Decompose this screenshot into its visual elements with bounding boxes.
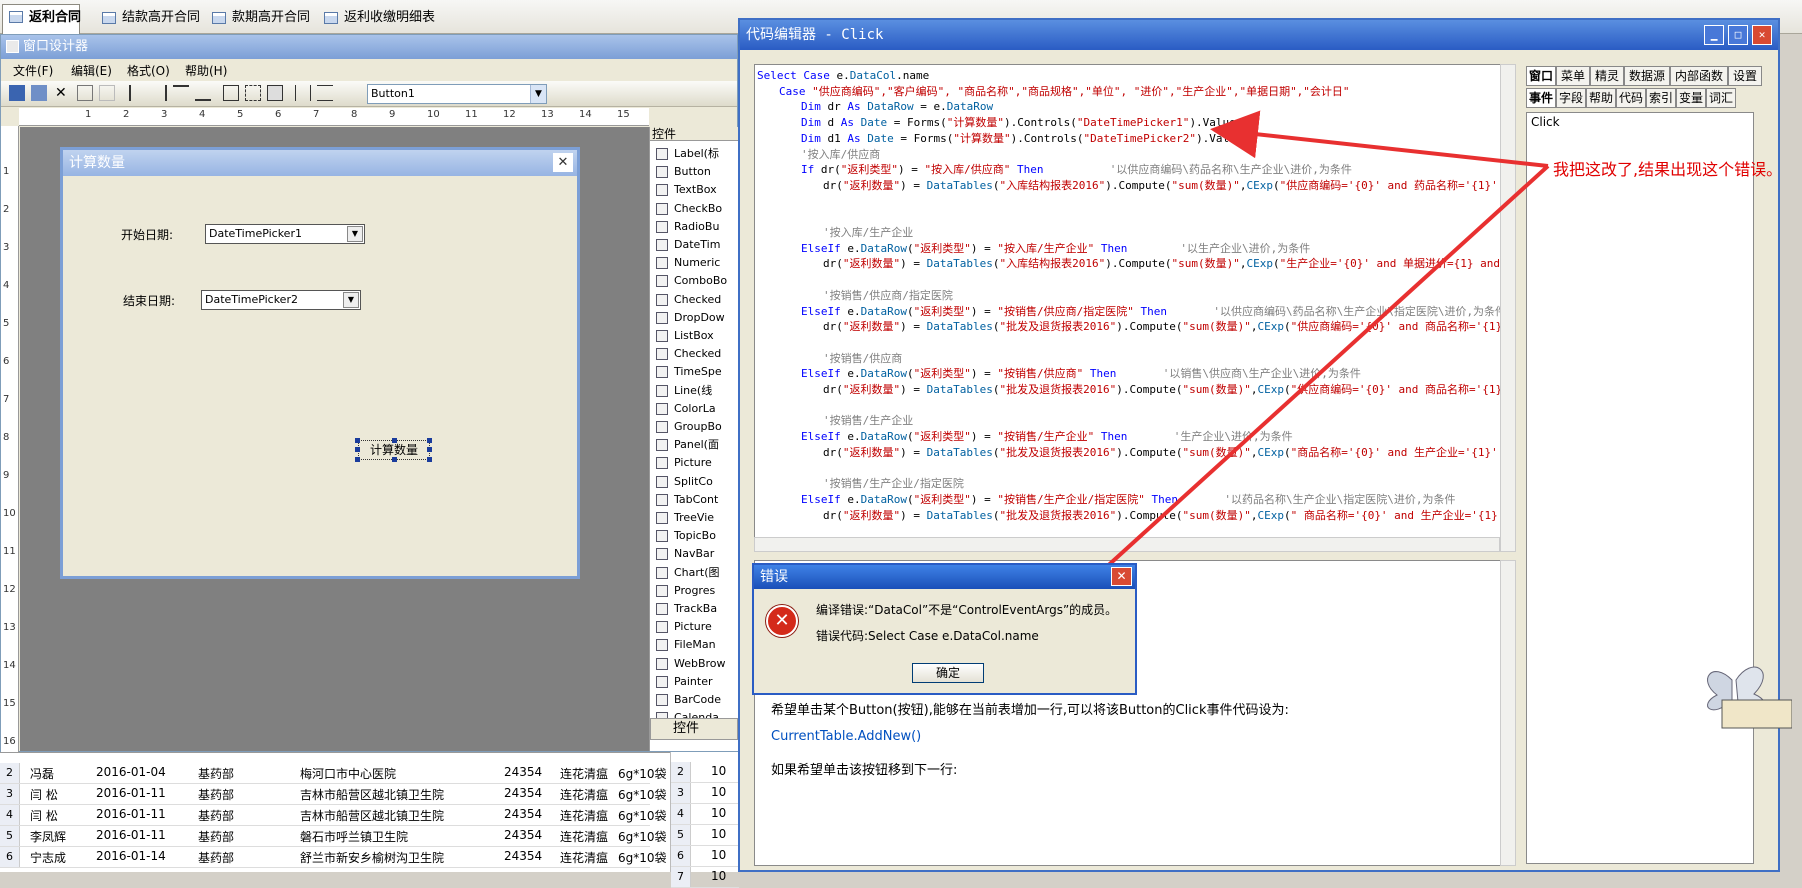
error-dialog: 错误 ✕ ✕ 编译错误:“DataCol”不是“ControlEventArgs… — [752, 563, 1137, 695]
error-x-icon: ✕ — [766, 605, 798, 637]
error-code: 错误代码:Select Case e.DataCol.name — [816, 629, 1039, 643]
close-icon[interactable]: ✕ — [1111, 567, 1132, 586]
annotation-arrow — [1210, 110, 1549, 168]
butterfly-decoration-icon — [1707, 666, 1792, 729]
ok-button[interactable]: 确定 — [912, 663, 984, 683]
error-title: 错误 — [760, 569, 788, 585]
error-message: 编译错误:“DataCol”不是“ControlEventArgs”的成员。 — [816, 603, 1118, 617]
annotation-text: 我把这改了,结果出现这个错误。 — [1553, 160, 1783, 179]
error-titlebar: 错误 ✕ — [754, 565, 1135, 589]
annotation-arrows — [998, 110, 1550, 666]
